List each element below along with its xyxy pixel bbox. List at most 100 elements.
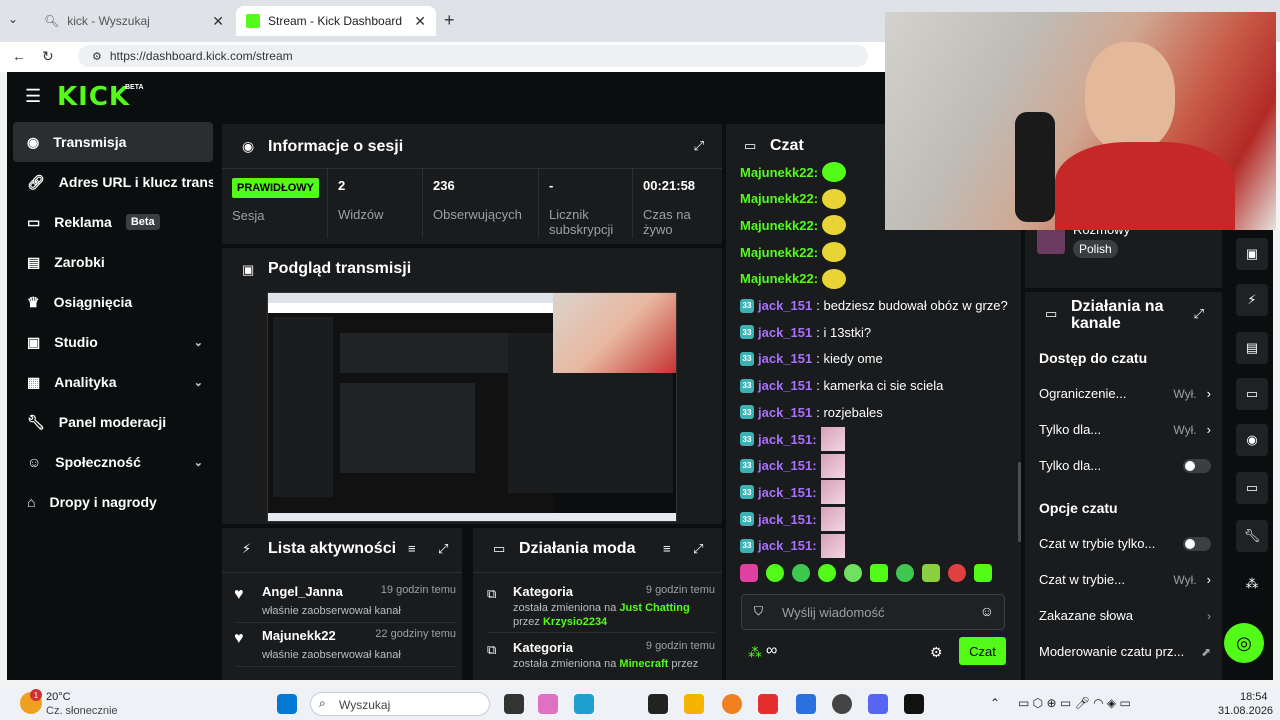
emote-icon[interactable]: [922, 564, 940, 582]
subs-only-row[interactable]: Tylko dla...: [1039, 458, 1211, 473]
sidebar-item-osiagniecia[interactable]: ♛ Osiągnięcia: [13, 282, 213, 322]
emote-icon[interactable]: [896, 564, 914, 582]
sidebar-item-transmisja[interactable]: ◉ Transmisja: [13, 122, 213, 162]
expand-icon[interactable]: ⤢: [438, 541, 448, 557]
sidebar-item-spolecznosc[interactable]: ☺ Społeczność ⌄: [13, 442, 213, 482]
chat-username[interactable]: jack_151:: [758, 458, 817, 473]
emote-icon[interactable]: [740, 564, 758, 582]
wrench-icon[interactable]: 🔧︎: [1236, 520, 1268, 552]
more-icon[interactable]: ⁂: [1236, 568, 1268, 600]
new-tab-icon[interactable]: +: [444, 10, 455, 31]
chat-username[interactable]: jack_151: [758, 325, 812, 340]
chat-username[interactable]: jack_151:: [758, 512, 817, 527]
chat-username[interactable]: jack_151: [758, 405, 812, 420]
toggle-switch[interactable]: [1183, 458, 1211, 473]
sidebar-item-zarobki[interactable]: ▤ Zarobki: [13, 242, 213, 282]
chat-username[interactable]: Majunekk22:: [740, 191, 818, 206]
close-tab-icon[interactable]: ✕: [212, 13, 224, 30]
expand-icon[interactable]: ⤢: [693, 541, 703, 557]
app-icon[interactable]: [648, 694, 668, 714]
url-field[interactable]: ⚙ https://dashboard.kick.com/stream: [78, 45, 868, 67]
stream-preview[interactable]: [267, 292, 677, 522]
app-icon[interactable]: [904, 694, 924, 714]
play-circle-icon[interactable]: ◉: [1236, 424, 1268, 456]
send-chat-button[interactable]: Czat: [959, 637, 1006, 665]
chat-username[interactable]: jack_151:: [758, 432, 817, 447]
chat-username[interactable]: jack_151:: [758, 538, 817, 553]
app-icon[interactable]: [832, 694, 852, 714]
settings-icon[interactable]: ⚙: [930, 644, 943, 661]
emote-icon[interactable]: [766, 564, 784, 582]
app-icon[interactable]: [796, 694, 816, 714]
reload-icon[interactable]: ↻: [42, 48, 54, 65]
chevron-down-icon: ⌄: [193, 456, 203, 469]
stream-info-toggle-icon[interactable]: ▣: [1236, 238, 1268, 270]
chat-username[interactable]: Majunekk22:: [740, 218, 818, 233]
lightning-icon[interactable]: ⚡︎: [1236, 284, 1268, 316]
menu-icon[interactable]: ☰: [25, 86, 41, 107]
site-info-icon[interactable]: ⚙: [92, 50, 102, 63]
toggle-switch[interactable]: [1183, 536, 1211, 551]
emote-icon[interactable]: [818, 564, 836, 582]
emote-icon[interactable]: [792, 564, 810, 582]
shirt-image: [1055, 142, 1235, 230]
app-icon[interactable]: [758, 694, 778, 714]
discord-icon[interactable]: [868, 694, 888, 714]
tab-kick-dashboard[interactable]: Stream - Kick Dashboard ✕: [236, 6, 436, 36]
emoji-picker-icon[interactable]: ☺: [980, 603, 994, 619]
emote-only-row[interactable]: Czat w trybie tylko...: [1039, 536, 1211, 551]
chat-username[interactable]: Majunekk22:: [740, 245, 818, 260]
chat-scrollbar[interactable]: [1018, 462, 1021, 542]
chat-restriction-row[interactable]: Ograniczenie... Wył. ›: [1039, 386, 1211, 401]
chat-text: : kiedy ome: [816, 351, 883, 367]
sidebar-item-url-key[interactable]: 🔗︎Adres URL i klucz transmisji: [13, 162, 213, 202]
chat-username[interactable]: jack_151:: [758, 485, 817, 500]
channel-actions-icon[interactable]: ▭: [1236, 472, 1268, 504]
start-icon[interactable]: [277, 694, 297, 714]
expand-icon[interactable]: ⤢: [1194, 306, 1204, 322]
sub-badge-icon: 33: [740, 458, 754, 473]
link-icon: 🔗︎: [27, 173, 45, 190]
edge-icon[interactable]: [574, 694, 594, 714]
app-icon[interactable]: [722, 694, 742, 714]
slow-mode-row[interactable]: Czat w trybie... Wył. ›: [1039, 572, 1211, 587]
expand-icon[interactable]: ⤢: [694, 138, 704, 154]
tab-search[interactable]: 🔍︎ kick - Wyszukaj ✕: [34, 6, 234, 36]
filter-icon[interactable]: ≡: [408, 541, 416, 556]
emote-icon[interactable]: [870, 564, 888, 582]
chat-username[interactable]: Majunekk22:: [740, 165, 818, 180]
chevron-down-icon: ⌄: [193, 376, 203, 389]
chat-username[interactable]: jack_151: [758, 298, 812, 313]
chat-moderation-row[interactable]: Moderowanie czatu prz... ⬈: [1039, 644, 1211, 659]
tray-icons[interactable]: ▭ ⬡ ⊕ ▭ 🎤︎ ◠ ◈ ▭: [1018, 696, 1131, 710]
sidebar-item-studio[interactable]: ▣ Studio ⌄: [13, 322, 213, 362]
chat-username[interactable]: Majunekk22:: [740, 271, 818, 286]
list-icon[interactable]: ▤: [1236, 332, 1268, 364]
tray-chevron-icon[interactable]: ⌃: [990, 696, 1000, 710]
back-icon[interactable]: ←: [12, 48, 26, 64]
sidebar-item-reklama[interactable]: ▭ Reklama Beta: [13, 202, 213, 242]
sidebar-item-dropy[interactable]: ⌂ Dropy i nagrody: [13, 482, 213, 522]
explorer-icon[interactable]: [684, 694, 704, 714]
taskbar-search[interactable]: ⌕ Wyszukaj: [310, 692, 490, 716]
chat-username[interactable]: jack_151: [758, 378, 812, 393]
banned-words-row[interactable]: Zakazane słowa ›: [1039, 608, 1211, 623]
close-tab-icon[interactable]: ✕: [414, 13, 426, 30]
chat-input[interactable]: ⛉ Wyślij wiadomość ☺: [741, 594, 1005, 630]
kick-logo[interactable]: KICK: [57, 82, 130, 112]
followers-only-row[interactable]: Tylko dla... Wył. ›: [1039, 422, 1211, 437]
chat-username[interactable]: jack_151: [758, 351, 812, 366]
beta-badge: Beta: [125, 214, 160, 230]
emote-icon[interactable]: [974, 564, 992, 582]
support-chat-icon[interactable]: ◎: [1224, 623, 1264, 663]
tab-list-dropdown-icon[interactable]: ⌄: [8, 12, 18, 26]
task-view-icon[interactable]: [504, 694, 524, 714]
chat-icon[interactable]: ▭: [1236, 378, 1268, 410]
emote-icon[interactable]: [844, 564, 862, 582]
copilot-icon[interactable]: [538, 694, 558, 714]
sidebar-item-analityka[interactable]: ▦ Analityka ⌄: [13, 362, 213, 402]
kick-points-icon[interactable]: ⁂: [748, 644, 762, 661]
sidebar-item-panel-moderacji[interactable]: 🔧︎ Panel moderacji: [13, 402, 213, 442]
emote-icon[interactable]: [948, 564, 966, 582]
filter-icon[interactable]: ≡: [663, 541, 671, 556]
